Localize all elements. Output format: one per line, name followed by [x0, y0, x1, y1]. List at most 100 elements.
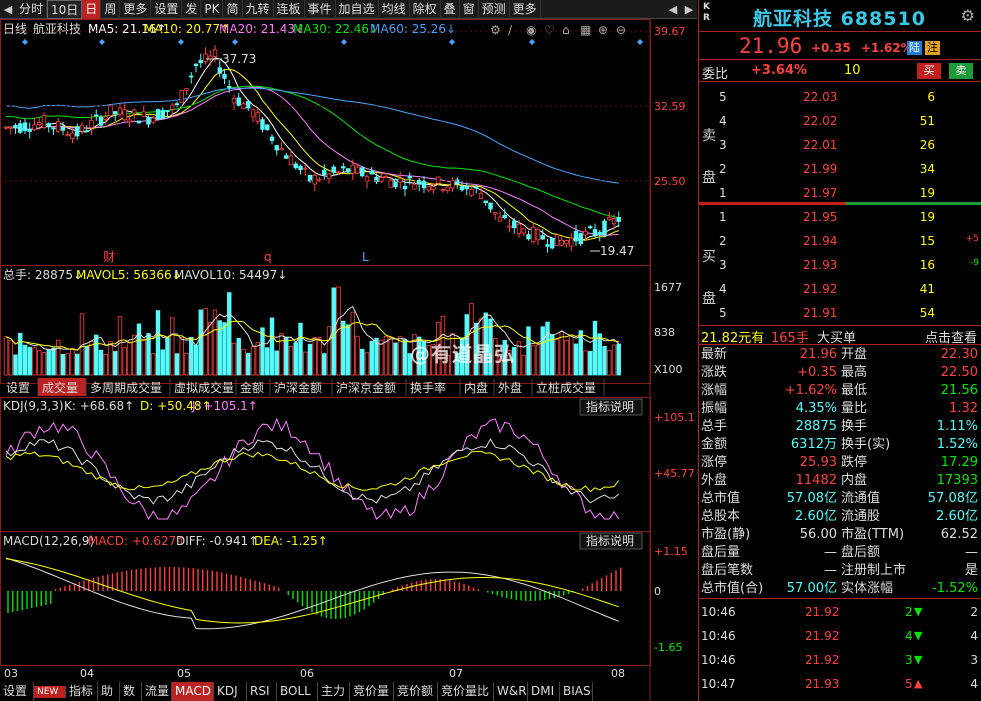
order-book-row[interactable]: 5 21.91 54: [699, 302, 981, 326]
toolbar-item[interactable]: 九转: [243, 0, 274, 19]
order-book-row[interactable]: 4 22.02 51: [699, 110, 981, 134]
bottom-tab[interactable]: 竞价量: [350, 682, 394, 701]
toolbar-item[interactable]: 预测: [479, 0, 510, 19]
event-marker[interactable]: [341, 39, 347, 45]
stat-value: 1.32: [949, 401, 978, 416]
bottom-tab[interactable]: 流量: [142, 682, 172, 701]
toolbar-item[interactable]: 均线: [379, 0, 410, 19]
toolbar-item[interactable]: 更多: [510, 0, 541, 19]
order-book-row[interactable]: 2 21.99 34: [699, 158, 981, 182]
order-book-row[interactable]: 5 22.03 6: [699, 86, 981, 110]
order-book-row[interactable]: 1 21.95 19: [699, 206, 981, 230]
toolbar-item[interactable]: 简: [223, 0, 243, 19]
order-book-row[interactable]: 2 21.94 15 +5: [699, 230, 981, 254]
toolbar-item[interactable]: 日: [82, 0, 102, 19]
big-order-link[interactable]: 点击查看: [925, 327, 977, 346]
bottom-tab[interactable]: KDJ: [214, 682, 247, 701]
candle-body: [51, 127, 56, 130]
toolbar-item[interactable]: PK: [201, 0, 224, 19]
candle-body: [203, 53, 208, 62]
toolbar-item[interactable]: 发: [182, 0, 202, 19]
bottom-tab[interactable]: 设置: [0, 682, 34, 701]
bottom-tab[interactable]: 指标: [66, 682, 98, 701]
event-marker[interactable]: [178, 39, 184, 45]
event-marker[interactable]: [232, 39, 238, 45]
event-marker[interactable]: [529, 39, 535, 45]
bottom-tab[interactable]: DMI: [528, 682, 560, 701]
bottom-tab[interactable]: 助: [98, 682, 120, 701]
bottom-tab[interactable]: 竞价量比: [438, 682, 494, 701]
indicator-tab[interactable]: 沪深金额: [274, 379, 333, 396]
volume-bar: [559, 331, 564, 376]
toolbar-item[interactable]: 加自选: [336, 0, 379, 19]
gear-icon[interactable]: ⚙: [961, 6, 975, 25]
financial-marker[interactable]: 财: [103, 250, 115, 264]
toolbar-item[interactable]: 设置: [151, 0, 183, 19]
indicator-tab[interactable]: 外盘: [498, 379, 533, 396]
buy-button[interactable]: 买: [917, 63, 941, 79]
chevron-left-icon[interactable]: ◀: [665, 0, 681, 19]
date-axis-label: 05: [177, 667, 191, 680]
volume-bar: [293, 342, 298, 376]
indicator-tab[interactable]: 成交量: [38, 378, 87, 396]
toolbar-item[interactable]: 叠: [441, 0, 460, 19]
financial-marker[interactable]: q: [264, 250, 272, 264]
financial-marker[interactable]: L: [362, 250, 369, 264]
toolbar-item[interactable]: 分时: [16, 0, 48, 19]
buy-order-book: 1 21.95 19 2 21.94 15 +5 3 21.93 16 -9 4 21.92 41 5 21.…: [699, 206, 981, 326]
indicator-tab[interactable]: 金额: [240, 379, 271, 396]
indicator-tab[interactable]: 换手率: [410, 379, 461, 396]
zoom-out-icon[interactable]: ⊖: [616, 23, 626, 37]
bottom-tab[interactable]: MACD: [172, 682, 214, 701]
toolbar-item[interactable]: 连板: [274, 0, 305, 19]
zoom-in-icon[interactable]: ⊕: [598, 23, 608, 37]
toolbar-item[interactable]: 除权: [410, 0, 441, 19]
bottom-tab[interactable]: W&R: [494, 682, 528, 701]
settings-icon[interactable]: ⚙: [490, 23, 501, 37]
event-marker[interactable]: [99, 39, 105, 45]
grid-icon[interactable]: ▦: [580, 23, 591, 37]
candle-body: [70, 132, 75, 139]
level-volume: 16: [919, 258, 935, 272]
bottom-tab[interactable]: BOLL: [277, 682, 318, 701]
bottom-tab[interactable]: RSI: [247, 682, 277, 701]
toolbar-item[interactable]: 周: [101, 0, 121, 19]
bottom-tab[interactable]: 数: [120, 682, 142, 701]
indicator-tab[interactable]: 沪深京金额: [336, 379, 407, 396]
stat-label: 跌停: [841, 455, 868, 470]
bottom-tab[interactable]: BIAS: [560, 682, 593, 701]
toolbar-item[interactable]: 窗: [460, 0, 479, 19]
kdj-k: K: +68.68↑: [64, 399, 134, 413]
chevron-right-icon[interactable]: ▶: [681, 0, 697, 19]
level-volume: 51: [919, 114, 935, 128]
event-marker[interactable]: [637, 39, 643, 45]
toolbar-item[interactable]: 事件: [305, 0, 336, 19]
trade-tick-row: 10:46 21.92 4 ▼ 4: [699, 624, 981, 648]
volume-bar: [51, 347, 56, 376]
indicator-tab[interactable]: 多周期成交量: [90, 379, 171, 396]
bottom-tab[interactable]: 主力: [318, 682, 350, 701]
order-book-row[interactable]: 3 21.93 16 -9: [699, 254, 981, 278]
heart-icon[interactable]: ♡: [544, 23, 555, 37]
bottom-tab[interactable]: 竞价额: [394, 682, 438, 701]
indicator-tab[interactable]: 设置: [6, 379, 39, 396]
sell-button[interactable]: 卖: [949, 63, 973, 79]
home-icon[interactable]: ⌂: [562, 23, 570, 37]
event-marker[interactable]: [449, 39, 455, 45]
order-book-row[interactable]: 4 21.92 41: [699, 278, 981, 302]
toolbar-item[interactable]: 更多: [120, 0, 152, 19]
indicator-tab[interactable]: 立桩成交量: [536, 379, 605, 396]
event-marker[interactable]: [22, 39, 28, 45]
indicator-tab[interactable]: 内盘: [464, 379, 495, 396]
bottom-tab[interactable]: NEW: [34, 686, 66, 698]
chevron-left-icon[interactable]: ◀: [0, 0, 16, 19]
volume-bar: [364, 352, 370, 376]
toolbar-item[interactable]: 10日: [47, 0, 83, 19]
candle-body: [212, 49, 218, 57]
order-book-row[interactable]: 3 22.01 26: [699, 134, 981, 158]
draw-icon[interactable]: ∕: [508, 23, 513, 37]
candle-body: [450, 180, 455, 189]
chart-area[interactable]: 日线 航亚科技 MA5: 21.16↑MA10: 20.77↑MA20: 21.43…: [0, 19, 697, 701]
eye-icon[interactable]: ◉: [526, 23, 536, 37]
indicator-tab[interactable]: 虚拟成交量: [174, 379, 237, 396]
